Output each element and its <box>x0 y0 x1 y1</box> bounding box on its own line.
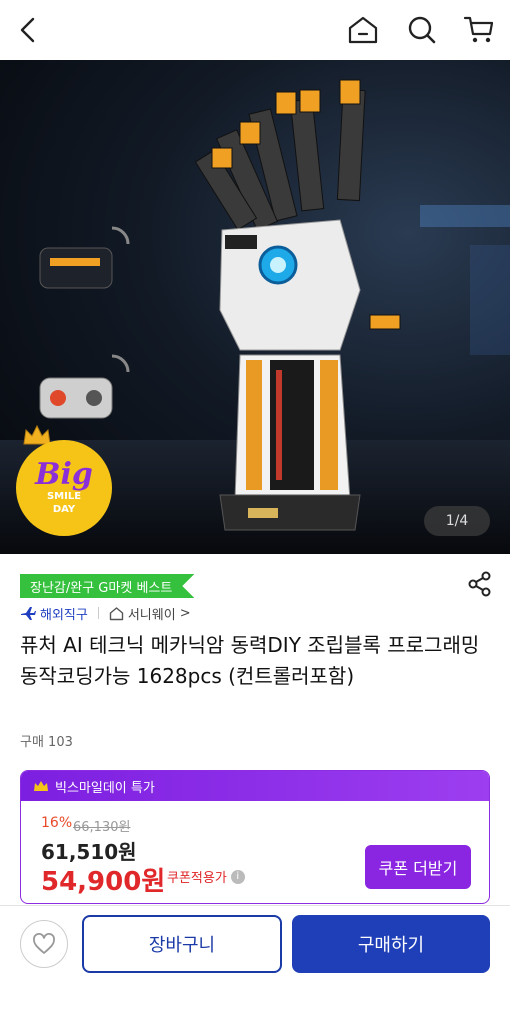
airplane-icon <box>21 607 36 620</box>
overseas-direct-label: 해외직구 <box>20 604 88 623</box>
promo-header: 빅스마일데이 특가 <box>21 771 489 801</box>
purchase-count: 구매 103 <box>20 735 73 750</box>
buy-now-button[interactable]: 구매하기 <box>292 915 490 973</box>
seller-row: 해외직구 서니웨이 > <box>20 602 191 624</box>
seller-name: 서니웨이 <box>127 607 176 623</box>
price-box: 빅스마일데이 특가 16% 66,130원 61,510원 54,900원 쿠폰… <box>20 770 490 904</box>
chevron-right-icon: > <box>179 605 191 621</box>
original-price: 66,130원 <box>73 820 131 835</box>
more-coupons-button[interactable]: 쿠폰 더받기 <box>365 845 471 889</box>
big-smile-day-badge: Big SMILE DAY <box>16 440 112 536</box>
product-image-carousel[interactable]: Big SMILE DAY 1/4 <box>0 60 510 554</box>
search-icon <box>408 16 436 44</box>
coupon-applied-text: 쿠폰적용가 <box>167 871 227 886</box>
info-icon[interactable]: i <box>230 869 245 884</box>
top-nav <box>0 0 510 60</box>
badge-smile-text: SMILE <box>46 491 82 502</box>
chevron-left-icon <box>20 17 35 43</box>
badge-day-text: DAY <box>52 504 76 515</box>
home-icon <box>348 16 378 44</box>
coupon-applied-label[interactable]: 쿠폰적용가 i <box>167 867 245 886</box>
divider <box>97 607 99 619</box>
crown-icon <box>34 781 48 791</box>
search-button[interactable] <box>404 12 440 48</box>
badge-big-text: Big <box>35 457 93 492</box>
coupon-price: 54,900원 <box>41 867 166 897</box>
store-icon <box>109 606 124 620</box>
share-icon <box>468 571 491 597</box>
promo-header-text: 빅스마일데이 특가 <box>55 780 155 796</box>
share-button[interactable] <box>466 570 494 602</box>
add-to-cart-button[interactable]: 장바구니 <box>82 915 282 973</box>
back-button[interactable] <box>10 12 46 48</box>
divider <box>0 905 510 906</box>
wishlist-button[interactable] <box>20 920 68 968</box>
discount-rate: 16% <box>41 815 73 831</box>
overseas-text: 해외직구 <box>40 607 88 623</box>
image-counter: 1/4 <box>424 506 490 536</box>
seller-link[interactable]: 서니웨이 > <box>109 604 191 623</box>
home-button[interactable] <box>345 12 381 48</box>
best-category-tag[interactable]: 장난감/완구 G마켓 베스트 <box>20 574 194 598</box>
cart-button[interactable] <box>461 12 497 48</box>
heart-icon <box>33 933 55 954</box>
product-title: 퓨처 AI 테크닉 메카닉암 동력DIY 조립블록 프로그래밍 동작코딩가능 1… <box>20 633 480 688</box>
cart-icon <box>463 16 494 43</box>
